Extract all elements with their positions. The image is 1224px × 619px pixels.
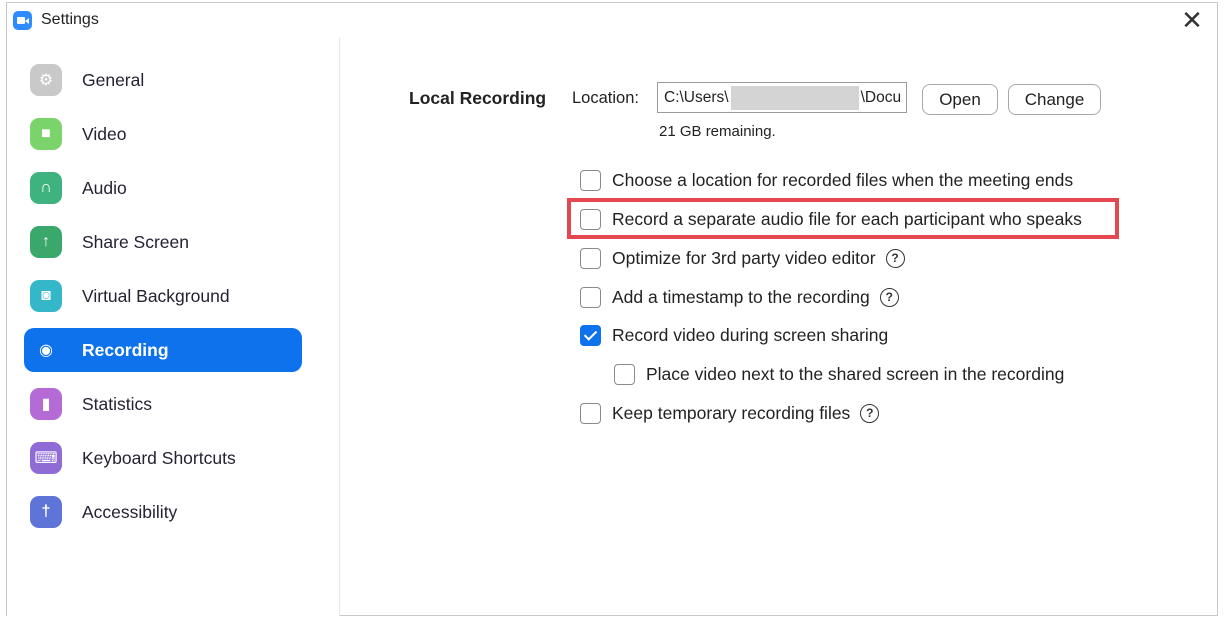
sidebar-item-label: Keyboard Shortcuts (82, 448, 236, 468)
change-button[interactable]: Change (1008, 84, 1101, 115)
sidebar-item-label: Video (82, 124, 127, 144)
sidebar-item-recording[interactable]: ◉ Recording (24, 328, 302, 372)
checkbox[interactable] (580, 169, 601, 191)
settings-sidebar: ⚙ General ■ Video ∩ Audio ↑ Share Screen… (7, 38, 340, 616)
option-place-video-next[interactable]: Place video next to the shared screen in… (614, 361, 1064, 387)
option-separate-audio[interactable]: Record a separate audio file for each pa… (580, 206, 1082, 232)
checkbox[interactable] (580, 402, 601, 424)
sidebar-item-label: Statistics (82, 394, 153, 414)
sidebar-item-keyboard-shortcuts[interactable]: ⌨ Keyboard Shortcuts (24, 436, 302, 480)
close-icon[interactable]: ✕ (1179, 7, 1205, 33)
title-bar: Settings ✕ (7, 3, 1217, 37)
sidebar-item-label: Recording (82, 340, 169, 360)
option-record-screen-sharing[interactable]: Record video during screen sharing (580, 322, 888, 348)
keyboard-icon: ⌨ (30, 442, 62, 474)
option-label: Optimize for 3rd party video editor (612, 247, 876, 268)
location-label: Location: (572, 89, 639, 107)
recording-settings-panel: Local Recording Location: C:\Users\ \Doc… (341, 38, 1217, 616)
option-label: Place video next to the shared screen in… (646, 363, 1065, 384)
checkbox[interactable] (580, 247, 601, 269)
sidebar-item-statistics[interactable]: ▮ Statistics (24, 382, 302, 426)
location-field[interactable]: C:\Users\ \Docu (657, 82, 907, 113)
option-label: Choose a location for recorded files whe… (612, 169, 1074, 190)
location-path-end: \Docu (860, 88, 902, 106)
option-label: Add a timestamp to the recording (612, 286, 870, 307)
statistics-icon: ▮ (30, 388, 62, 420)
help-icon[interactable]: ? (885, 248, 905, 268)
option-keep-temporary[interactable]: Keep temporary recording files ? (580, 400, 880, 426)
accessibility-icon: † (30, 496, 62, 528)
sidebar-item-label: Audio (82, 178, 127, 198)
option-choose-location[interactable]: Choose a location for recorded files whe… (580, 167, 1073, 193)
checkbox[interactable] (614, 363, 635, 385)
option-label: Record video during screen sharing (612, 324, 889, 345)
share-screen-icon: ↑ (30, 226, 62, 258)
option-add-timestamp[interactable]: Add a timestamp to the recording ? (580, 284, 899, 310)
gear-icon: ⚙ (30, 64, 62, 96)
sidebar-item-video[interactable]: ■ Video (24, 112, 302, 156)
redacted-username (730, 85, 859, 110)
sidebar-item-label: Share Screen (82, 232, 190, 252)
section-title-local-recording: Local Recording (409, 88, 547, 108)
option-label: Record a separate audio file for each pa… (612, 208, 1082, 229)
video-camera-icon: ■ (30, 118, 62, 150)
sidebar-item-label: Accessibility (82, 502, 178, 522)
sidebar-item-audio[interactable]: ∩ Audio (24, 166, 302, 210)
window-title: Settings (41, 11, 99, 28)
help-icon[interactable]: ? (860, 403, 880, 423)
settings-window: Settings ✕ ⚙ General ■ Video ∩ Audio ↑ S… (6, 2, 1218, 616)
sidebar-item-virtual-background[interactable]: ◙ Virtual Background (24, 274, 302, 318)
help-icon[interactable]: ? (879, 287, 899, 307)
option-label: Keep temporary recording files (612, 402, 851, 423)
location-path-start: C:\Users\ (664, 88, 729, 106)
sidebar-item-label: Virtual Background (82, 286, 230, 306)
checkbox[interactable] (580, 208, 601, 230)
sidebar-item-general[interactable]: ⚙ General (24, 58, 302, 102)
option-optimize-3rd-party[interactable]: Optimize for 3rd party video editor ? (580, 245, 905, 271)
virtual-background-icon: ◙ (30, 280, 62, 312)
storage-remaining: 21 GB remaining. (659, 123, 776, 140)
checkbox-checked[interactable] (580, 324, 601, 346)
headphones-icon: ∩ (30, 172, 62, 204)
record-icon: ◉ (39, 342, 53, 359)
sidebar-item-label: General (82, 70, 145, 90)
sidebar-item-share-screen[interactable]: ↑ Share Screen (24, 220, 302, 264)
checkbox[interactable] (580, 286, 601, 308)
open-button[interactable]: Open (922, 84, 998, 115)
zoom-app-icon (13, 11, 32, 30)
sidebar-item-accessibility[interactable]: † Accessibility (24, 490, 302, 534)
